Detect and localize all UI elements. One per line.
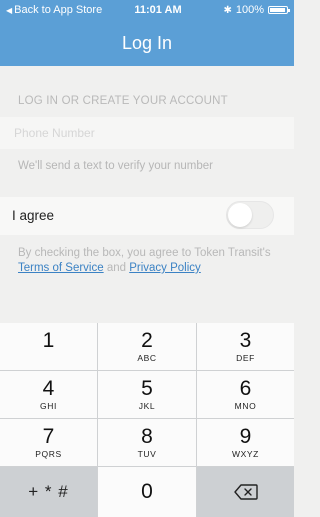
back-label: Back to App Store <box>14 4 103 16</box>
back-arrow-icon: ◀ <box>6 5 13 15</box>
key-letters: GHI <box>40 401 57 411</box>
terms-of-service-link[interactable]: Terms of Service <box>18 262 104 274</box>
agree-row: I agree <box>0 197 294 235</box>
key-letters: PQRS <box>35 449 62 459</box>
key-digit: 9 <box>239 425 252 448</box>
terms-and: and <box>103 262 130 274</box>
terms-prefix: By checking the box, you agree to Token … <box>18 247 271 259</box>
key-letters: JKL <box>138 401 156 411</box>
key-digit: 8 <box>141 425 153 448</box>
agree-toggle[interactable] <box>226 201 274 229</box>
key-digit: 1 <box>42 329 55 352</box>
backspace-icon <box>233 484 258 500</box>
bluetooth-icon: ✱ <box>223 4 232 16</box>
terms-text: By checking the box, you agree to Token … <box>18 246 283 276</box>
key-7[interactable]: 7 PQRS <box>0 419 97 466</box>
key-symbols[interactable]: + * # <box>0 467 97 517</box>
status-bar: ◀ Back to App Store 11:01 AM ✱ 100% <box>0 0 294 20</box>
key-letters: WXYZ <box>232 449 259 459</box>
key-letters: MNO <box>234 401 257 411</box>
battery-icon <box>268 6 290 14</box>
key-6[interactable]: 6 MNO <box>197 371 294 418</box>
key-letters: TUV <box>137 449 157 459</box>
key-9[interactable]: 9 WXYZ <box>197 419 294 466</box>
key-digit: 7 <box>42 425 55 448</box>
nav-bar: Log In <box>0 20 294 66</box>
key-1[interactable]: 1 <box>0 323 97 370</box>
backspace-key[interactable] <box>197 467 294 517</box>
key-5[interactable]: 5 JKL <box>98 371 196 418</box>
key-8[interactable]: 8 TUV <box>98 419 196 466</box>
page-title: Log In <box>121 32 173 53</box>
key-digit: 5 <box>141 377 153 400</box>
helper-text: We'll send a text to verify your number <box>18 160 214 172</box>
key-digit: 0 <box>141 480 153 503</box>
toggle-knob <box>228 203 252 227</box>
section-header: LOG IN OR CREATE YOUR ACCOUNT <box>18 95 228 107</box>
key-digit: 3 <box>239 329 252 352</box>
key-digit: 6 <box>239 377 252 400</box>
key-2[interactable]: 2 ABC <box>98 323 196 370</box>
key-letters: DEF <box>236 353 255 363</box>
numeric-keypad: 1 2 ABC 3 DEF 4 GHI 5 JKL 6 MNO 7 PQRS 8… <box>0 323 294 517</box>
key-4[interactable]: 4 GHI <box>0 371 97 418</box>
battery-percent: 100% <box>235 4 264 16</box>
key-3[interactable]: 3 DEF <box>197 323 294 370</box>
symbols-label: + * # <box>28 482 69 501</box>
back-to-app-store-button[interactable]: ◀ Back to App Store <box>6 4 116 16</box>
status-right: ✱ 100% <box>200 4 290 16</box>
key-0[interactable]: 0 <box>98 467 196 517</box>
privacy-policy-link[interactable]: Privacy Policy <box>129 262 201 274</box>
key-digit: 4 <box>42 377 55 400</box>
agree-label: I agree <box>12 208 55 223</box>
status-time: 11:01 AM <box>134 4 182 16</box>
key-digit: 2 <box>141 329 153 352</box>
key-letters: ABC <box>137 353 157 363</box>
phone-number-input[interactable] <box>0 117 294 149</box>
